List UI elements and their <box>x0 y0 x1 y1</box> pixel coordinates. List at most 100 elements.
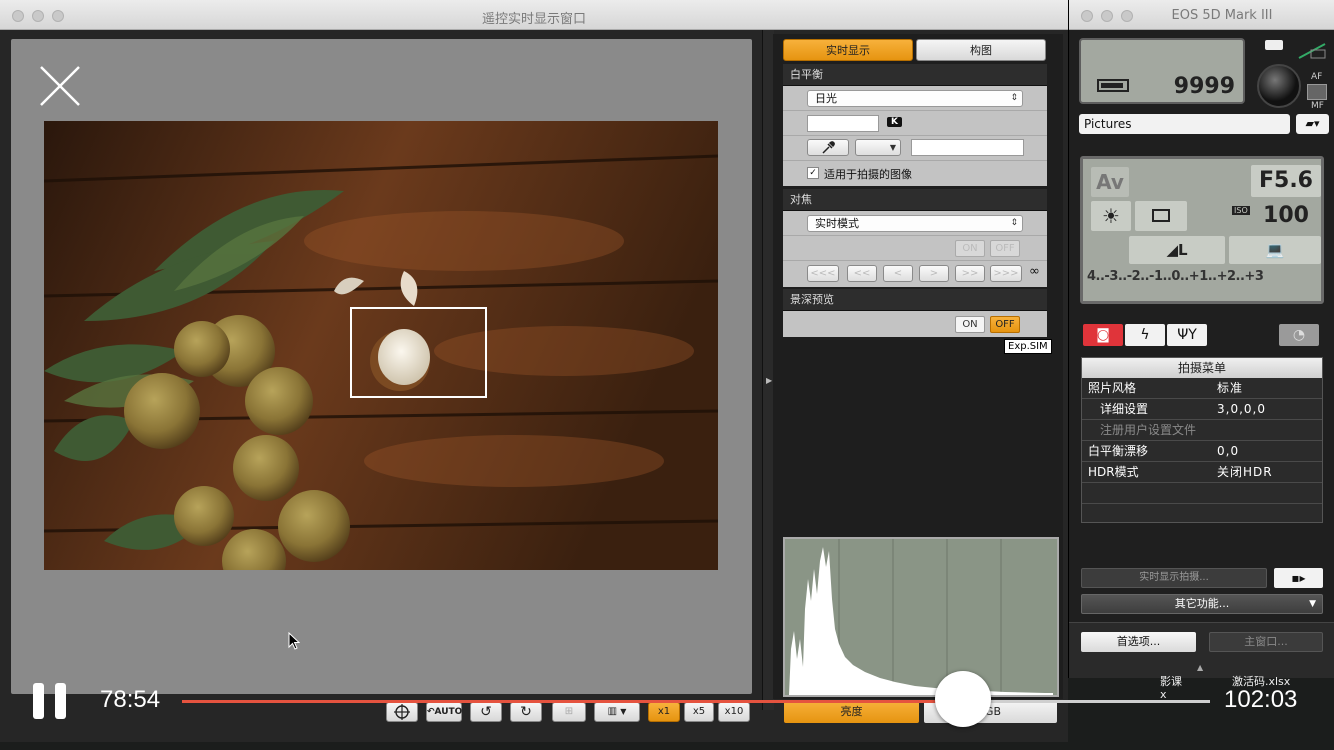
updown-icon: ⇕ <box>1010 93 1018 103</box>
aspect-frame-icon: ▥ <box>607 706 618 717</box>
focus-step-near-2[interactable]: << <box>847 265 877 282</box>
af-label: AF <box>1311 72 1323 82</box>
eyedropper-icon <box>822 141 835 154</box>
folder-field[interactable]: Pictures <box>1079 114 1290 134</box>
focus-step-far-1[interactable]: > <box>919 265 949 282</box>
progress-fill <box>182 700 964 703</box>
crosshair-button[interactable] <box>386 702 418 722</box>
image-quality[interactable]: ◢L <box>1129 236 1225 264</box>
expand-up-icon[interactable]: ▲ <box>1197 663 1203 672</box>
tab-setup-menu[interactable]: ΨΥ <box>1167 324 1207 346</box>
pause-icon <box>33 683 44 719</box>
live-preview-area[interactable] <box>11 39 752 694</box>
menu-row-picture-style[interactable]: 照片风格 标准 <box>1082 378 1322 399</box>
timer-button[interactable]: ◔ <box>1279 324 1319 346</box>
focus-step-far-3[interactable]: >>> <box>990 265 1022 282</box>
settings-lcd: Av F5.6 ☀ ISO 100 ◢L 💻 4..-3..-2..-1..0.… <box>1080 156 1324 304</box>
folder-select-button[interactable]: ▰▾ <box>1296 114 1329 134</box>
menu-row-wb-shift[interactable]: 白平衡漂移 0,0 <box>1082 441 1322 462</box>
menu-row-hdr-mode[interactable]: HDR模式 关闭HDR <box>1082 462 1322 483</box>
rotate-auto-icon: ↶ <box>427 707 435 717</box>
focus-on-button[interactable]: ON <box>955 240 985 257</box>
menu-row-empty <box>1082 483 1322 504</box>
grid-button[interactable]: ⊞ <box>552 702 586 722</box>
eos-titlebar: EOS 5D Mark III <box>1069 0 1334 30</box>
exposure-compensation-scale[interactable]: 4..-3..-2..-1..0..+1..+2..+3 <box>1087 269 1323 293</box>
aperture-value[interactable]: F5.6 <box>1251 165 1321 197</box>
exp-sim-indicator: Exp.SIM <box>1004 339 1052 354</box>
white-balance-sun-icon[interactable]: ☀ <box>1091 201 1131 231</box>
progress-track[interactable] <box>182 700 1210 703</box>
drive-mode-button[interactable] <box>1135 201 1187 231</box>
focus-mode-select[interactable]: 实时模式 ⇕ <box>807 215 1023 232</box>
dropdown-icon: ▼ <box>1309 599 1316 609</box>
white-balance-select[interactable]: 日光 ⇕ <box>807 90 1023 107</box>
apply-checkbox[interactable]: ✓ <box>807 167 819 179</box>
focus-step-far-2[interactable]: >> <box>955 265 985 282</box>
pause-button[interactable] <box>33 683 67 719</box>
aspect-button[interactable]: ▥ ▼ <box>594 702 640 722</box>
close-icon[interactable] <box>39 65 81 107</box>
tab-brightness-histogram[interactable]: 亮度 <box>784 701 919 723</box>
mode-dial[interactable] <box>1257 64 1301 108</box>
eos-bottom-bar: 首选项... 主窗口... ▲ <box>1069 622 1334 678</box>
iso-value[interactable]: 100 <box>1251 201 1321 231</box>
window-title: 遥控实时显示窗口 <box>481 12 586 27</box>
af-mf-switch[interactable] <box>1307 84 1327 100</box>
focus-off-button[interactable]: OFF <box>990 240 1020 257</box>
total-time: 102:03 <box>1224 686 1298 713</box>
shooting-mode: Av <box>1091 167 1129 197</box>
rotate-left-button[interactable]: ↺ <box>470 702 502 722</box>
shots-remaining: 9999 <box>1173 74 1235 99</box>
eyedropper-button[interactable] <box>807 139 849 156</box>
wb-sub-select[interactable]: ▼ <box>855 139 901 156</box>
rotate-right-icon: ↻ <box>520 704 532 720</box>
menu-key: HDR模式 <box>1088 465 1139 479</box>
menu-row-detail-settings[interactable]: 详细设置 3,0,0,0 <box>1082 399 1322 420</box>
apply-label: 适用于拍摄的图像 <box>824 168 912 181</box>
other-functions-button[interactable]: 其它功能... ▼ <box>1081 594 1323 614</box>
zoom-x10-button[interactable]: x10 <box>718 702 750 722</box>
collapse-arrow-icon[interactable]: ▶ <box>766 376 772 385</box>
zoom-x5-button[interactable]: x5 <box>684 702 714 722</box>
single-shot-icon <box>1152 209 1170 222</box>
kelvin-input[interactable] <box>807 115 879 132</box>
tab-shooting-menu[interactable]: ◙ <box>1083 324 1123 346</box>
focus-step-near-1[interactable]: < <box>883 265 913 282</box>
lcd-light-icon[interactable] <box>1265 40 1283 50</box>
menu-key: 详细设置 <box>1100 402 1149 416</box>
auto-label: AUTO <box>434 707 463 717</box>
tab-live-view[interactable]: 实时显示 <box>783 39 913 61</box>
menu-row-empty <box>1082 504 1322 525</box>
window-close-dot[interactable] <box>1081 10 1093 22</box>
tab-composition[interactable]: 构图 <box>916 39 1046 61</box>
preferences-button[interactable]: 首选项... <box>1081 632 1196 652</box>
tools-icon: ΨΥ <box>1177 327 1197 343</box>
dof-on-button[interactable]: ON <box>955 316 985 333</box>
desktop-file-label[interactable]: 影课 <box>1160 673 1182 689</box>
progress-knob[interactable] <box>935 671 992 727</box>
menu-value: 0,0 <box>1217 444 1240 458</box>
iso-label: ISO <box>1232 206 1250 215</box>
mf-label: MF <box>1311 101 1324 111</box>
menu-row-register-user-file: 注册用户设置文件 <box>1082 420 1322 441</box>
movie-camera-icon: ▪▸ <box>1291 571 1306 585</box>
wifi-signal-icon <box>1298 43 1326 59</box>
kelvin-label: K <box>887 117 902 127</box>
save-to-pc-icon[interactable]: 💻 <box>1229 236 1321 264</box>
updown-icon: ⇕ <box>1010 218 1018 228</box>
main-window-button[interactable]: 主窗口... <box>1209 632 1323 652</box>
auto-rotate-button[interactable]: ↶AUTO <box>426 702 462 722</box>
zoom-x1-button[interactable]: x1 <box>648 702 680 722</box>
live-view-shoot-button[interactable]: 实时显示拍摄... <box>1081 568 1267 588</box>
focus-step-near-3[interactable]: <<< <box>807 265 839 282</box>
movie-button[interactable]: ▪▸ <box>1274 568 1323 588</box>
eos-utility-window: EOS 5D Mark III 9999 AF MF Pictures ▰▾ A… <box>1068 0 1334 678</box>
dof-off-button[interactable]: OFF <box>990 316 1020 333</box>
tab-flash-menu[interactable]: ϟ <box>1125 324 1165 346</box>
shooting-menu-title: 拍摄菜单 <box>1082 358 1322 378</box>
rotate-right-button[interactable]: ↻ <box>510 702 542 722</box>
wb-value-field[interactable] <box>911 139 1024 156</box>
white-balance-value: 日光 <box>815 92 837 105</box>
current-time: 78:54 <box>100 686 161 713</box>
